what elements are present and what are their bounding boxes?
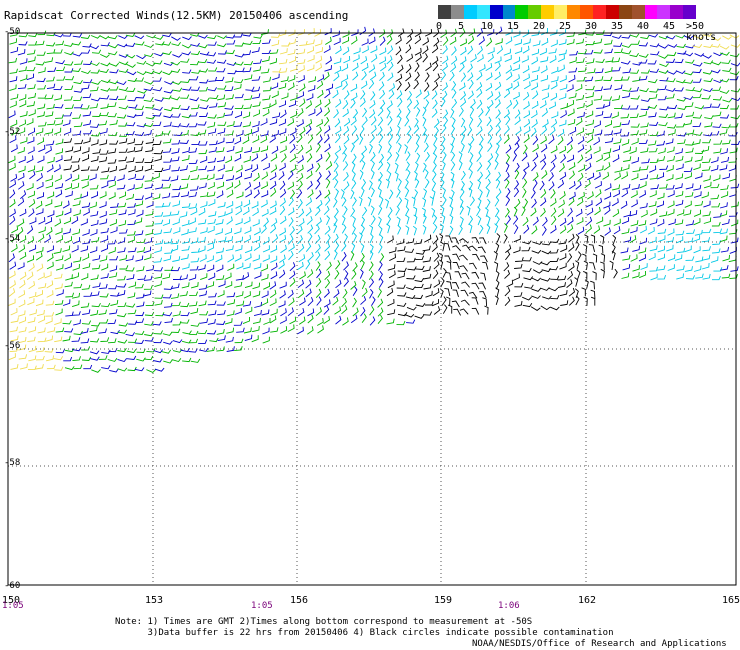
- credit-line: NOAA/NESDIS/Office of Research and Appli…: [472, 639, 727, 649]
- legend-label: 5: [458, 21, 465, 32]
- wind-speed-color-scale: [438, 5, 697, 19]
- legend-swatch: [541, 5, 555, 19]
- footnote-line: 3)Data buffer is 22 hrs from 20150406 4)…: [115, 628, 614, 638]
- legend-label: >50 knots: [686, 21, 717, 43]
- wind-barbs-layer: [8, 26, 740, 373]
- lon-label: 159: [434, 595, 453, 606]
- legend-label: 10: [481, 21, 494, 32]
- legend-swatch: [554, 5, 568, 19]
- legend-swatch: [657, 5, 671, 19]
- legend-label: 40: [637, 21, 650, 32]
- footnote-line: Note: 1) Times are GMT 2)Times along bot…: [115, 617, 533, 627]
- legend-swatch: [683, 5, 697, 19]
- legend-swatch: [618, 5, 632, 19]
- legend-label: 35: [611, 21, 624, 32]
- map-title: Rapidscat Corrected Winds(12.5KM) 201504…: [4, 9, 349, 22]
- legend-swatch: [450, 5, 464, 19]
- wind-map: [7, 26, 740, 586]
- lat-label: -58: [4, 458, 21, 468]
- legend-swatch: [476, 5, 490, 19]
- lat-label: -50: [4, 27, 21, 37]
- legend-swatch: [515, 5, 529, 19]
- legend-swatch: [502, 5, 516, 19]
- legend-label: 30: [585, 21, 598, 32]
- legend-swatch: [463, 5, 477, 19]
- legend-swatch: [438, 5, 451, 19]
- legend-swatch: [644, 5, 658, 19]
- legend-swatch: [592, 5, 606, 19]
- legend-swatch: [579, 5, 593, 19]
- legend-label: 25: [559, 21, 572, 32]
- lon-label: 153: [145, 595, 164, 606]
- lon-label: 162: [578, 595, 597, 606]
- legend-swatch: [489, 5, 503, 19]
- legend-label: 45: [663, 21, 676, 32]
- footnotes: Note: 1) Times are GMT 2)Times along bot…: [115, 617, 614, 639]
- legend-swatch: [567, 5, 580, 19]
- lat-label: -52: [4, 127, 21, 137]
- legend-label: 0: [436, 21, 443, 32]
- time-label: 1:06: [498, 601, 520, 611]
- time-label: 1:05: [251, 601, 273, 611]
- legend-swatch: [631, 5, 645, 19]
- time-label: 1:05: [2, 601, 24, 611]
- lat-label: -56: [4, 341, 21, 351]
- legend-swatch: [605, 5, 619, 19]
- lat-label: -60: [4, 581, 21, 591]
- legend-label: 20: [533, 21, 546, 32]
- lon-label: 165: [722, 595, 740, 606]
- lat-label: -54: [4, 234, 21, 244]
- legend-label: 15: [507, 21, 520, 32]
- lon-label: 156: [290, 595, 309, 606]
- legend-swatch: [528, 5, 542, 19]
- legend-swatch: [670, 5, 684, 19]
- legend-labels: 0 5 10 15 20 25 30 35 40 45 >50 knots: [434, 21, 740, 43]
